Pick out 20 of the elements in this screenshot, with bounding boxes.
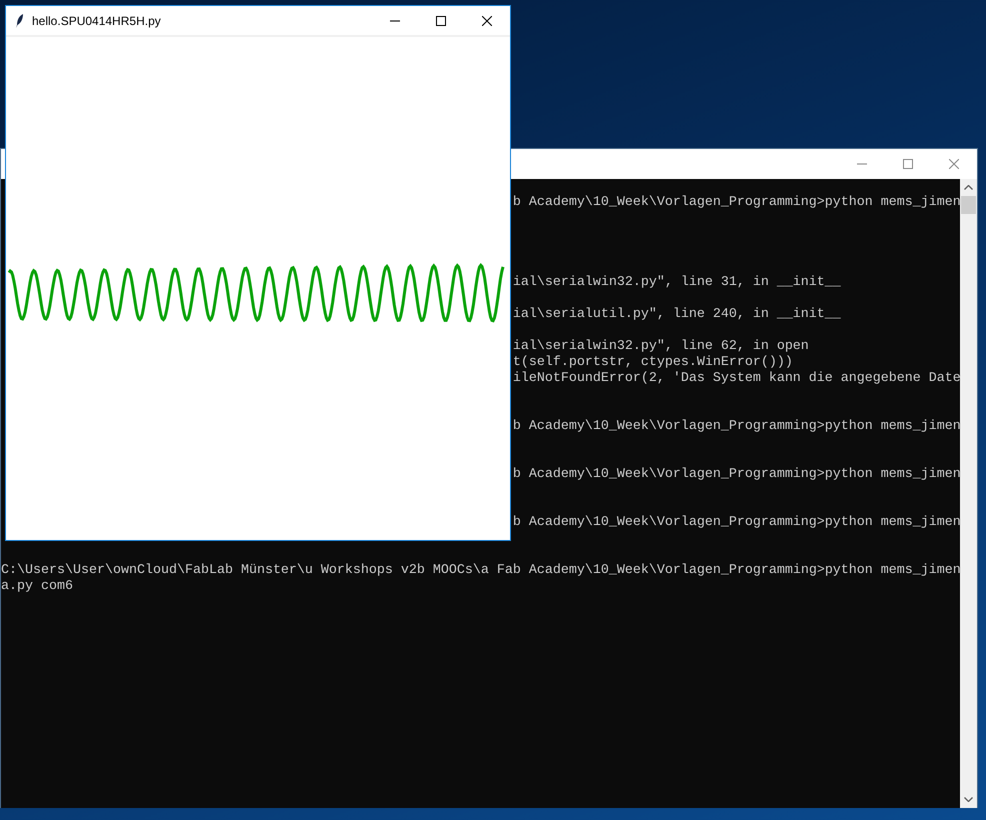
console-text: ial\serialwin32.py", line 62, in open <box>512 339 810 355</box>
console-text: a.py com6 <box>1 579 74 595</box>
console-text: b Academy\10_Week\Vorlagen_Programming>python mems_jimen <box>512 195 960 211</box>
console-text: ial\serialwin32.py", line 31, in __init__ <box>512 275 842 291</box>
console-text: ial\serialutil.py", line 240, in __init__ <box>512 307 842 323</box>
console-text: C:\Users\User\ownCloud\FabLab Münster\u Workshops v2b MOOCs\a Fab Academy\10_Week\Vorlagen_Programming>python mems_jimen <box>1 563 960 579</box>
maximize-icon <box>436 16 446 26</box>
scroll-down-icon[interactable] <box>964 797 973 802</box>
scroll-up-icon[interactable] <box>964 185 973 190</box>
window-title: hello.SPU0414HR5H.py <box>32 12 162 30</box>
console-text: b Academy\10_Week\Vorlagen_Programming>python mems_jimen <box>512 467 960 483</box>
console-text: b Academy\10_Week\Vorlagen_Programming>python mems_jimen <box>512 515 960 531</box>
scrollbar-thumb[interactable] <box>961 196 976 214</box>
feather-icon <box>16 14 24 28</box>
close-icon <box>949 159 959 169</box>
console-text: t(self.portstr, ctypes.WinError())) <box>512 355 794 371</box>
maximize-icon <box>903 159 913 169</box>
close-icon <box>482 16 492 26</box>
console-text: ileNotFoundError(2, 'Das System kann die angegebene Date <box>512 371 960 387</box>
console-text: b Academy\10_Week\Vorlagen_Programming>python mems_jimen <box>512 419 960 435</box>
